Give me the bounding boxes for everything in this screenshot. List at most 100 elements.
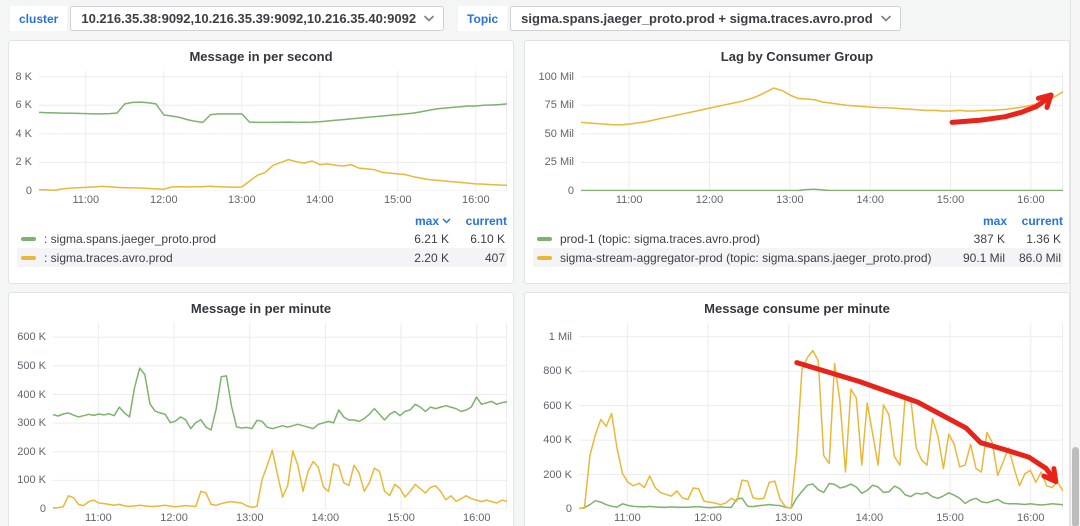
x-tick-label: 11:00 xyxy=(616,194,643,206)
panel-title[interactable]: Message consume per minute xyxy=(529,301,1065,317)
scrollbar-thumb[interactable] xyxy=(1072,447,1079,526)
series-line xyxy=(579,351,1063,509)
legend-series-label[interactable]: sigma-stream-aggregator-prod (topic: sig… xyxy=(560,251,943,265)
y-tick-label: 8 K xyxy=(15,71,32,83)
y-axis-labels: 0100 K200 K300 K400 K500 K600 K xyxy=(13,323,53,509)
x-tick-label: 15:00 xyxy=(387,512,415,524)
y-tick-label: 800 K xyxy=(543,365,572,377)
series-color-marker xyxy=(21,237,36,241)
x-tick-label: 12:00 xyxy=(150,194,178,206)
x-tick-label: 13:00 xyxy=(236,512,264,524)
y-tick-label: 50 Mil xyxy=(545,128,574,140)
legend-sort-max[interactable]: max xyxy=(945,214,1007,228)
chart-svg xyxy=(581,71,1063,191)
legend-value: 86.0 Mil xyxy=(1005,251,1061,265)
y-tick-label: 200 K xyxy=(17,446,46,458)
chart-svg xyxy=(53,323,507,509)
y-tick-label: 500 K xyxy=(17,360,46,372)
panel-title[interactable]: Message in per minute xyxy=(13,301,509,317)
panel-message-in-per-second: Message in per second 0 2 K 4 K 6 K 8 K 11:0… xyxy=(8,40,514,284)
legend-value: 387 K xyxy=(943,232,1005,246)
legend-sort-max[interactable]: max xyxy=(389,214,451,228)
series-color-marker xyxy=(21,256,36,260)
panel-title[interactable]: Lag by Consumer Group xyxy=(529,49,1065,65)
cluster-select[interactable]: 10.216.35.38:9092,10.216.35.39:9092,10.2… xyxy=(70,6,444,31)
topic-select[interactable]: sigma.spans.jaeger_proto.prod + sigma.tr… xyxy=(510,6,900,31)
chart-svg xyxy=(39,71,507,191)
filter-topic: Topic sigma.spans.jaeger_proto.prod + si… xyxy=(458,6,901,31)
vertical-scrollbar[interactable] xyxy=(1070,0,1080,526)
y-tick-label: 0 xyxy=(40,503,46,515)
y-tick-label: 25 Mil xyxy=(545,156,574,168)
plot-area[interactable] xyxy=(39,71,507,191)
topic-filter-label: Topic xyxy=(458,6,507,31)
cluster-select-value: 10.216.35.38:9092,10.216.35.39:9092,10.2… xyxy=(81,11,416,26)
y-tick-label: 0 xyxy=(566,503,572,515)
plot-area[interactable] xyxy=(53,323,507,509)
panel-message-consume-per-minute: Message consume per minute 0 200 K 400 K 60… xyxy=(524,292,1070,526)
x-tick-label: 16:00 xyxy=(463,512,491,524)
y-tick-label: 0 xyxy=(26,185,32,197)
y-axis-labels: 0200 K400 K600 K800 K1 Mil xyxy=(529,323,579,509)
legend-row[interactable]: prod-1 (topic: sigma.traces.avro.prod)38… xyxy=(533,229,1063,248)
y-tick-label: 200 K xyxy=(543,469,572,481)
chevron-down-icon xyxy=(442,218,451,224)
chart-svg xyxy=(579,323,1063,509)
y-tick-label: 300 K xyxy=(17,417,46,429)
y-tick-label: 2 K xyxy=(15,156,32,168)
legend-series-label[interactable]: prod-1 (topic: sigma.traces.avro.prod) xyxy=(560,232,943,246)
y-tick-label: 600 K xyxy=(543,400,572,412)
series-color-marker xyxy=(537,237,552,241)
x-tick-label: 16:00 xyxy=(1017,512,1045,524)
legend: maxcurrent: sigma.spans.jaeger_proto.pro… xyxy=(17,213,507,267)
series-line xyxy=(53,368,507,430)
y-tick-label: 1 Mil xyxy=(549,331,572,343)
legend-row[interactable]: : sigma.spans.jaeger_proto.prod6.21 K6.1… xyxy=(17,229,507,248)
x-axis-labels: 11:0012:0013:0014:0015:0016:00 xyxy=(579,509,1063,525)
y-tick-label: 100 K xyxy=(17,474,46,486)
chevron-down-icon xyxy=(881,15,891,22)
legend-sort-current[interactable]: current xyxy=(451,214,507,228)
cluster-filter-label: cluster xyxy=(10,6,67,31)
y-tick-label: 400 K xyxy=(543,434,572,446)
topic-select-value: sigma.spans.jaeger_proto.prod + sigma.tr… xyxy=(521,11,872,26)
y-tick-label: 400 K xyxy=(17,389,46,401)
x-tick-label: 12:00 xyxy=(696,194,724,206)
legend-row[interactable]: : sigma.traces.avro.prod2.20 K407 xyxy=(17,248,507,267)
legend-series-label[interactable]: : sigma.spans.jaeger_proto.prod xyxy=(44,232,387,246)
y-tick-label: 75 Mil xyxy=(545,99,574,111)
legend-series-label[interactable]: : sigma.traces.avro.prod xyxy=(44,251,387,265)
y-tick-label: 600 K xyxy=(17,331,46,343)
legend-header: maxcurrent xyxy=(533,213,1063,229)
panel-title[interactable]: Message in per second xyxy=(13,49,509,65)
x-tick-label: 16:00 xyxy=(462,194,490,206)
x-tick-label: 14:00 xyxy=(312,512,340,524)
x-axis-labels: 11:00 12:00 13:00 14:00 15:00 16:00 xyxy=(581,191,1063,207)
x-axis-labels: 11:0012:0013:0014:0015:0016:00 xyxy=(53,509,507,525)
legend: maxcurrentprod-1 (topic: sigma.traces.av… xyxy=(533,213,1063,267)
legend-value: 6.21 K xyxy=(387,232,449,246)
x-tick-label: 15:00 xyxy=(937,194,965,206)
x-tick-label: 14:00 xyxy=(856,194,884,206)
x-axis-labels: 11:0012:0013:0014:0015:0016:00 xyxy=(39,191,507,207)
y-tick-label: 6 K xyxy=(15,99,32,111)
x-tick-label: 16:00 xyxy=(1017,194,1045,206)
panel-grid: Message in per second 0 2 K 4 K 6 K 8 K 11:0… xyxy=(0,38,1080,526)
legend-sort-current[interactable]: current xyxy=(1007,214,1063,228)
plot-area[interactable] xyxy=(579,323,1063,509)
filter-cluster: cluster 10.216.35.38:9092,10.216.35.39:9… xyxy=(10,6,444,31)
x-tick-label: 14:00 xyxy=(856,512,884,524)
series-line xyxy=(579,484,1063,509)
series-line xyxy=(39,160,507,191)
x-tick-label: 11:00 xyxy=(72,194,99,206)
x-tick-label: 15:00 xyxy=(384,194,412,206)
legend-value: 6.10 K xyxy=(449,232,505,246)
panel-message-in-per-minute: Message in per minute 0 100 K 200 K 300 K 40… xyxy=(8,292,514,526)
x-tick-label: 13:00 xyxy=(775,512,803,524)
plot-area[interactable] xyxy=(581,71,1063,191)
y-tick-label: 4 K xyxy=(15,128,32,140)
legend-value: 407 xyxy=(449,251,505,265)
legend-row[interactable]: sigma-stream-aggregator-prod (topic: sig… xyxy=(533,248,1063,267)
x-tick-label: 13:00 xyxy=(776,194,804,206)
y-axis-labels: 025 Mil50 Mil75 Mil100 Mil xyxy=(529,71,581,191)
